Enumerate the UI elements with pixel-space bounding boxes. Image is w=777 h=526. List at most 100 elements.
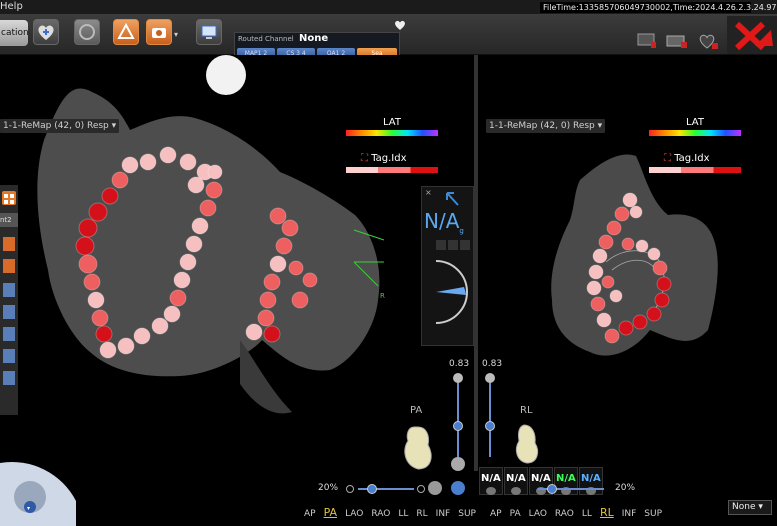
catheter-value: N/Ag <box>424 209 464 235</box>
heart-orientation-icon[interactable] <box>512 421 542 467</box>
chevron-down-icon: ▾ <box>111 121 117 131</box>
ablation-point <box>179 253 197 271</box>
scale-reset-button[interactable] <box>451 457 465 471</box>
snapshot-dropdown-icon[interactable]: ▾ <box>174 30 178 39</box>
view-pa[interactable]: PA <box>510 509 521 519</box>
side-tool-button[interactable] <box>3 349 15 363</box>
lat-color-bar <box>346 130 438 136</box>
ablation-point <box>302 272 318 288</box>
system-status-icon <box>637 32 657 54</box>
ablation-point <box>263 325 281 343</box>
arrow-icon <box>446 192 459 206</box>
error-indicator[interactable] <box>727 16 777 54</box>
na-dot <box>511 487 521 495</box>
tag-idx-color-bar <box>649 167 741 173</box>
location-button[interactable]: cation <box>0 20 28 46</box>
view-sup[interactable]: SUP <box>458 509 476 519</box>
ablation-point <box>133 327 151 345</box>
ablation-point <box>596 312 612 328</box>
ablation-point <box>629 205 643 219</box>
ablation-point <box>187 176 205 194</box>
routed-channel-value: None <box>299 33 329 44</box>
catheter-subscript: g <box>459 227 464 235</box>
side-tool-button[interactable] <box>3 259 15 273</box>
side-tool-button[interactable] <box>3 283 15 297</box>
disabled-tool-button[interactable] <box>74 19 100 45</box>
scale-value: 0.83 <box>449 359 470 369</box>
heart-orientation-icon[interactable] <box>400 421 436 473</box>
view-rl[interactable]: RL <box>416 509 427 519</box>
na-value: N/A <box>556 473 576 484</box>
ablation-point <box>269 255 287 273</box>
compass-widget[interactable]: ▾ <box>0 455 80 526</box>
device-status-icon <box>666 32 688 54</box>
main-toolbar: ▾ Routed Channel None MAP1 2 CS 3 4 QA1 … <box>0 14 777 62</box>
zoom-out-button[interactable] <box>346 485 354 493</box>
map-title-dropdown[interactable]: 1-1-ReMap (42, 0) Resp ▾ <box>0 119 120 133</box>
ablation-point <box>99 341 117 359</box>
side-tool-button[interactable] <box>3 371 15 385</box>
ablation-point <box>288 260 304 276</box>
red-x-icon <box>734 21 773 51</box>
triangle-tool-button[interactable] <box>113 19 139 45</box>
view-inf[interactable]: INF <box>622 509 637 519</box>
view-lao[interactable]: LAO <box>345 509 363 519</box>
view-inf[interactable]: INF <box>436 509 451 519</box>
view-sup[interactable]: SUP <box>644 509 662 519</box>
na-value: N/A <box>581 473 601 484</box>
view-ll[interactable]: LL <box>398 509 408 519</box>
svg-text:▾: ▾ <box>27 505 30 512</box>
side-tool-button[interactable] <box>3 237 15 251</box>
ablation-point <box>91 309 109 327</box>
zoom-slider-thumb[interactable] <box>367 484 377 494</box>
view-pa[interactable]: PA <box>324 506 337 519</box>
ablation-point <box>586 280 602 296</box>
view-ap[interactable]: AP <box>304 509 316 519</box>
ablation-point <box>163 305 181 323</box>
ablation-point <box>259 291 277 309</box>
scale-slider-thumb[interactable] <box>453 421 463 431</box>
close-icon[interactable]: × <box>425 188 432 197</box>
view-rao[interactable]: RAO <box>555 509 574 519</box>
heart-plus-icon <box>38 25 54 40</box>
scale-slider-thumb[interactable] <box>485 421 495 431</box>
ablation-point <box>601 275 615 289</box>
view-ll[interactable]: LL <box>582 509 592 519</box>
scale-plus-button[interactable] <box>485 373 495 383</box>
view-lao[interactable]: LAO <box>529 509 547 519</box>
ablation-point <box>291 291 309 309</box>
side-tool-button[interactable] <box>3 305 15 319</box>
ablation-point <box>185 235 203 253</box>
zoom-in-button[interactable] <box>417 485 425 493</box>
heart-map-button[interactable] <box>33 19 59 45</box>
map-title-dropdown[interactable]: 1-1-ReMap (42, 0) Resp ▾ <box>486 119 606 133</box>
side-grid-button[interactable] <box>2 191 16 205</box>
view-rao[interactable]: RAO <box>371 509 390 519</box>
ablation-point <box>590 296 606 312</box>
na-value: N/A <box>506 473 526 484</box>
snapshot-button[interactable] <box>146 19 172 45</box>
lat-label: LAT <box>383 117 401 128</box>
display-button[interactable] <box>196 19 222 45</box>
view-ap[interactable]: AP <box>490 509 502 519</box>
scale-plus-button[interactable] <box>453 373 463 383</box>
view-reset-button[interactable] <box>451 481 465 495</box>
ablation-point <box>618 320 634 336</box>
scale-slider-track[interactable] <box>457 377 459 457</box>
ablation-point <box>646 306 662 322</box>
menu-help[interactable]: Help <box>0 1 23 12</box>
view-rl[interactable]: RL <box>600 506 614 519</box>
left-map-view[interactable]: R nt2 1-1-ReMap (42, 0) Resp ▾ LAT ⛶ Tag… <box>0 55 476 526</box>
indicator-box <box>460 240 470 250</box>
ablation-point <box>173 271 191 289</box>
view-mode-dropdown[interactable]: None ▾ <box>728 500 772 515</box>
zoom-slider-thumb[interactable] <box>547 484 557 494</box>
right-map-view[interactable]: 1-1-ReMap (42, 0) Resp ▾ LAT ⛶ Tag.Idx 0… <box>478 55 777 519</box>
side-tab-select[interactable]: nt2 <box>0 213 18 227</box>
catheter-panel: × N/Ag <box>421 186 474 346</box>
side-tool-button[interactable] <box>3 327 15 341</box>
ablation-point <box>78 254 98 274</box>
scale-slider-track[interactable] <box>489 377 491 457</box>
chevron-down-icon: ▾ <box>597 121 603 131</box>
view-rotate-button[interactable] <box>428 481 442 495</box>
